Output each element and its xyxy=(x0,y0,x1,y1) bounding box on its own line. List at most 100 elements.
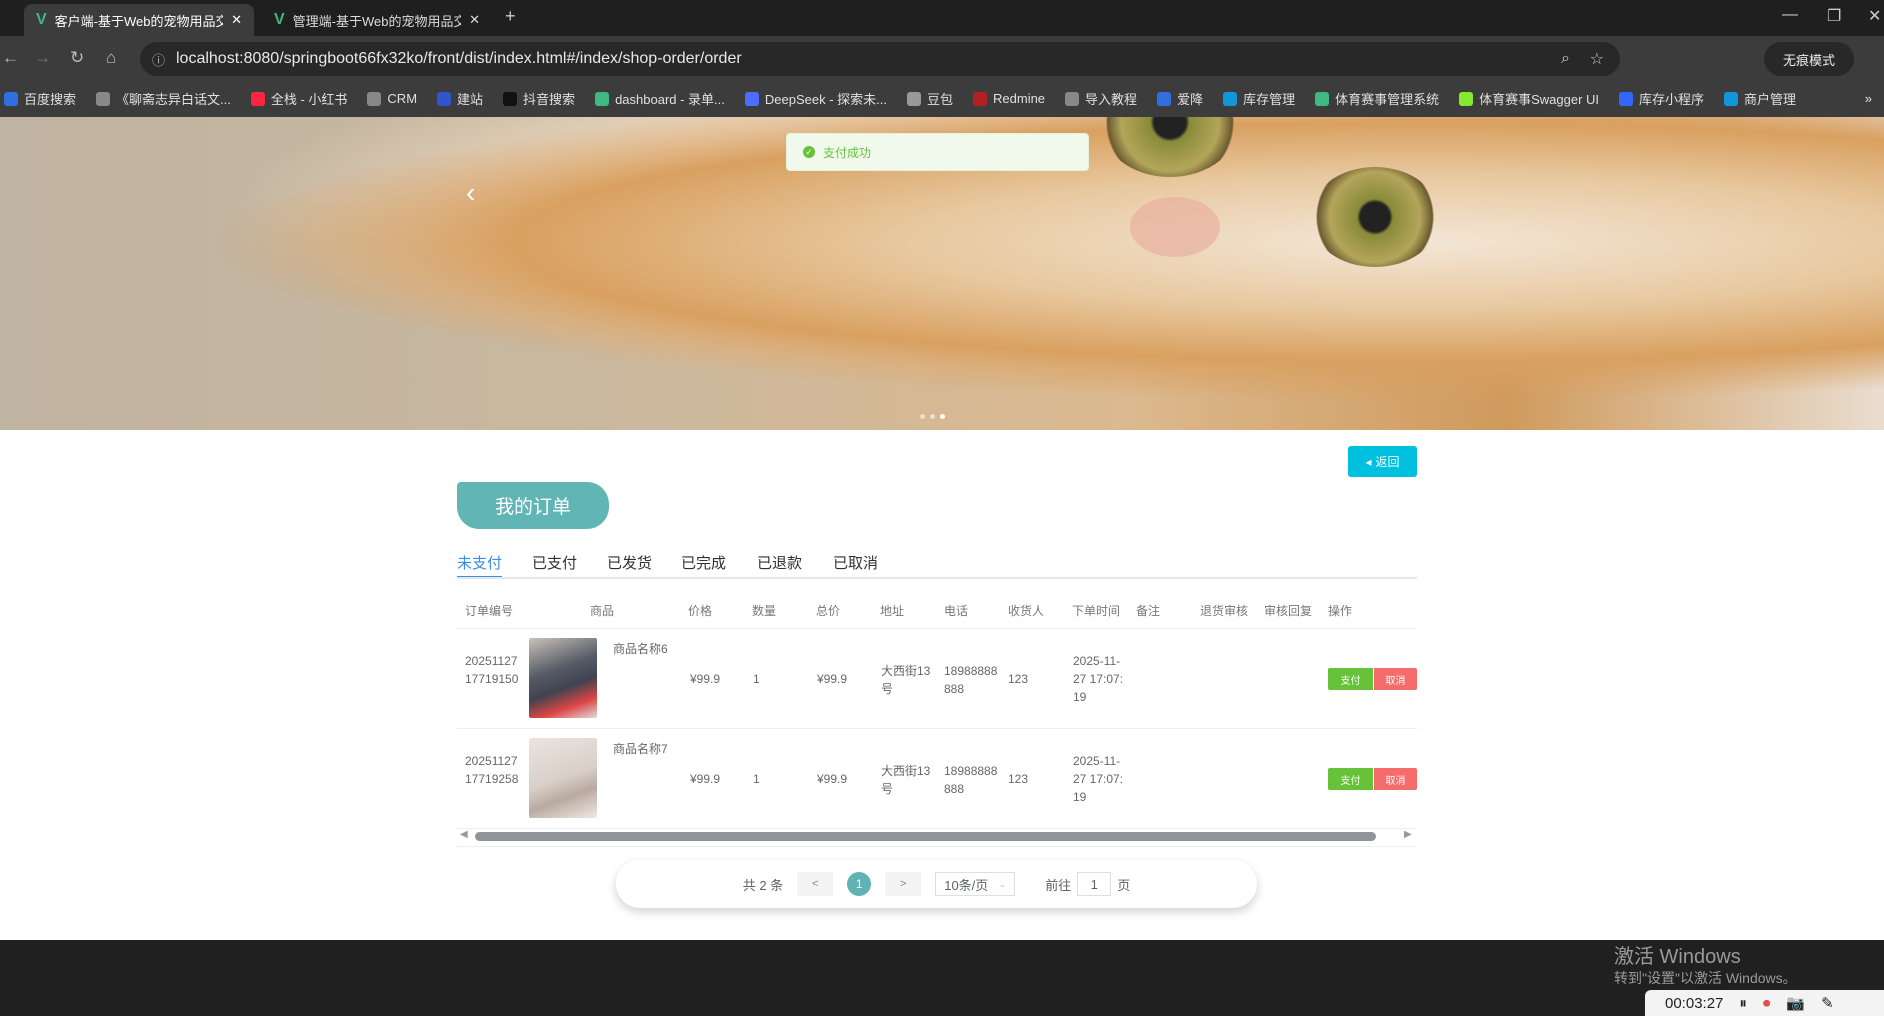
back-icon[interactable]: ← xyxy=(2,48,19,68)
bookmark-item[interactable]: 库存管理 xyxy=(1223,89,1295,108)
column-header: 价格 xyxy=(688,604,713,618)
column-header: 数量 xyxy=(752,604,777,618)
cell-total: ¥99.9 xyxy=(817,772,848,786)
bookmark-favicon-icon xyxy=(1065,91,1080,106)
pay-button[interactable]: 支付 xyxy=(1328,768,1373,790)
pen-icon[interactable]: ✎ xyxy=(1821,994,1834,1012)
bookmark-item[interactable]: 体育赛事管理系统 xyxy=(1315,89,1439,108)
close-window-button[interactable]: ✕ xyxy=(1868,6,1881,26)
horizontal-scrollbar[interactable] xyxy=(475,832,1376,841)
cell-price: ¥99.9 xyxy=(690,672,721,686)
stop-record-icon[interactable]: ⏺ xyxy=(1763,995,1771,1012)
cell-time: 2025-11-27 17:07:19 xyxy=(1073,654,1124,704)
bookmark-favicon-icon xyxy=(437,91,452,106)
bookmark-item[interactable]: CRM xyxy=(367,91,417,106)
cell-address: 大西街13号 xyxy=(881,764,931,796)
column-header: 商品 xyxy=(590,604,615,618)
cell-receiver: 123 xyxy=(1008,772,1029,786)
order-tab[interactable]: 未支付 xyxy=(457,552,503,578)
browser-tab-admin[interactable]: V 管理端-基于Web的宠物用品交易 ✕ xyxy=(262,4,492,36)
pay-button[interactable]: 支付 xyxy=(1328,668,1373,690)
cancel-button[interactable]: 取消 xyxy=(1374,668,1417,690)
close-tab-icon[interactable]: ✕ xyxy=(469,12,480,28)
bookmark-item[interactable]: Redmine xyxy=(973,91,1045,106)
pause-icon[interactable]: ⏸ xyxy=(1739,995,1747,1012)
order-tab[interactable]: 已退款 xyxy=(757,552,802,578)
bookmark-item[interactable]: 商户管理 xyxy=(1724,89,1796,108)
product-image[interactable] xyxy=(529,638,597,718)
page-1-button[interactable]: 1 xyxy=(847,872,872,896)
activation-watermark: 激活 Windows xyxy=(1614,946,1741,968)
bookmark-item[interactable]: 百度搜索 xyxy=(4,89,76,108)
vue-icon: V xyxy=(274,11,285,28)
forward-icon[interactable]: → xyxy=(34,48,51,68)
carousel-prev-arrow[interactable]: ‹ xyxy=(466,177,475,209)
product-image[interactable] xyxy=(529,738,597,818)
bookmark-item[interactable]: 体育赛事Swagger UI xyxy=(1459,89,1599,108)
column-header: 退货审核 xyxy=(1200,604,1249,618)
cell-phone: 18988888888 xyxy=(944,764,998,796)
scroll-left-arrow[interactable]: ◀ xyxy=(460,829,468,840)
row-divider xyxy=(457,728,1417,729)
cat-eye xyxy=(1310,167,1440,267)
reload-icon[interactable]: ↻ xyxy=(70,48,84,68)
restore-button[interactable]: ❐ xyxy=(1827,6,1841,26)
order-tab[interactable]: 已支付 xyxy=(532,552,577,578)
bookmarks-bar: 百度搜索 《聊斋志异白话文... 全栈 - 小红书 CRM 建站 抖音搜索 dashboar… xyxy=(0,80,1884,117)
cat-eye xyxy=(1100,117,1240,177)
column-header: 总价 xyxy=(816,604,841,618)
cancel-button[interactable]: 取消 xyxy=(1374,768,1417,790)
zoom-icon[interactable]: ⌕ xyxy=(1561,50,1570,68)
incognito-badge[interactable]: 无痕模式 xyxy=(1764,42,1854,76)
browser-tab-bar: V 客户端-基于Web的宠物用品交易 ✕ V 管理端-基于Web的宠物用品交易 ✕ + … xyxy=(0,0,1884,36)
header-divider xyxy=(457,628,1417,629)
row-divider xyxy=(457,828,1417,829)
scroll-right-arrow[interactable]: ▶ xyxy=(1404,829,1412,840)
bookmark-item[interactable]: 建站 xyxy=(437,89,483,108)
bookmark-star-icon[interactable]: ☆ xyxy=(1590,49,1604,69)
page-unit: 页 xyxy=(1117,877,1131,893)
cell-product: 商品名称7 xyxy=(613,742,668,756)
page-size-select[interactable]: 10条/页 ⌄ xyxy=(935,872,1016,896)
column-header: 审核回复 xyxy=(1264,604,1313,618)
close-tab-icon[interactable]: ✕ xyxy=(231,12,242,28)
bookmark-item[interactable]: 爱降 xyxy=(1157,89,1203,108)
browser-tab-client[interactable]: V 客户端-基于Web的宠物用品交易 ✕ xyxy=(24,4,254,36)
cell-address: 大西街13号 xyxy=(881,664,931,696)
home-icon[interactable]: ⌂ xyxy=(106,48,116,68)
bookmark-item[interactable]: 库存小程序 xyxy=(1619,89,1704,108)
bookmark-favicon-icon xyxy=(4,91,18,106)
order-tab[interactable]: 已完成 xyxy=(681,552,726,578)
goto-page-input[interactable] xyxy=(1077,872,1112,896)
cell-receiver: 123 xyxy=(1008,672,1029,686)
more-bookmarks-icon[interactable]: » xyxy=(1865,91,1872,106)
bookmark-item[interactable]: DeepSeek - 探索未... xyxy=(744,89,887,108)
bookmark-item[interactable]: 《聊斋志异白话文... xyxy=(96,89,231,108)
bookmark-favicon-icon xyxy=(595,91,610,106)
chevron-down-icon: ⌄ xyxy=(998,878,1007,889)
goto-label: 前往 xyxy=(1045,877,1072,893)
bookmark-item[interactable]: 豆包 xyxy=(907,89,953,108)
return-button[interactable]: ◂ 返回 xyxy=(1348,446,1417,477)
vue-icon: V xyxy=(36,11,47,28)
bookmark-item[interactable]: 导入教程 xyxy=(1065,89,1137,108)
url-input[interactable]: ⓘ localhost:8080/springboot66fx32ko/front… xyxy=(140,42,1620,76)
column-header: 备注 xyxy=(1136,604,1161,618)
cell-qty: 1 xyxy=(753,772,760,786)
bookmark-item[interactable]: 全栈 - 小红书 xyxy=(250,89,347,108)
prev-page-button[interactable]: < xyxy=(797,872,834,896)
bookmark-item[interactable]: dashboard - 录单... xyxy=(595,89,725,108)
next-page-button[interactable]: > xyxy=(885,872,922,896)
camera-icon[interactable]: 📷 xyxy=(1786,994,1805,1012)
site-info-icon[interactable]: ⓘ xyxy=(152,50,165,69)
cell-total: ¥99.9 xyxy=(817,672,848,686)
minimize-button[interactable]: — xyxy=(1782,6,1798,24)
bookmark-favicon-icon xyxy=(503,91,518,106)
bookmark-item[interactable]: 抖音搜索 xyxy=(503,89,575,108)
new-tab-button[interactable]: + xyxy=(505,6,516,27)
order-tab[interactable]: 已发货 xyxy=(607,552,652,578)
bookmark-favicon-icon xyxy=(1223,91,1238,106)
carousel-indicators[interactable] xyxy=(920,414,945,419)
order-tab[interactable]: 已取消 xyxy=(833,552,878,578)
screen-recorder-bar: 00:03:27 ⏸ ⏺ 📷 ✎ xyxy=(1645,990,1884,1016)
